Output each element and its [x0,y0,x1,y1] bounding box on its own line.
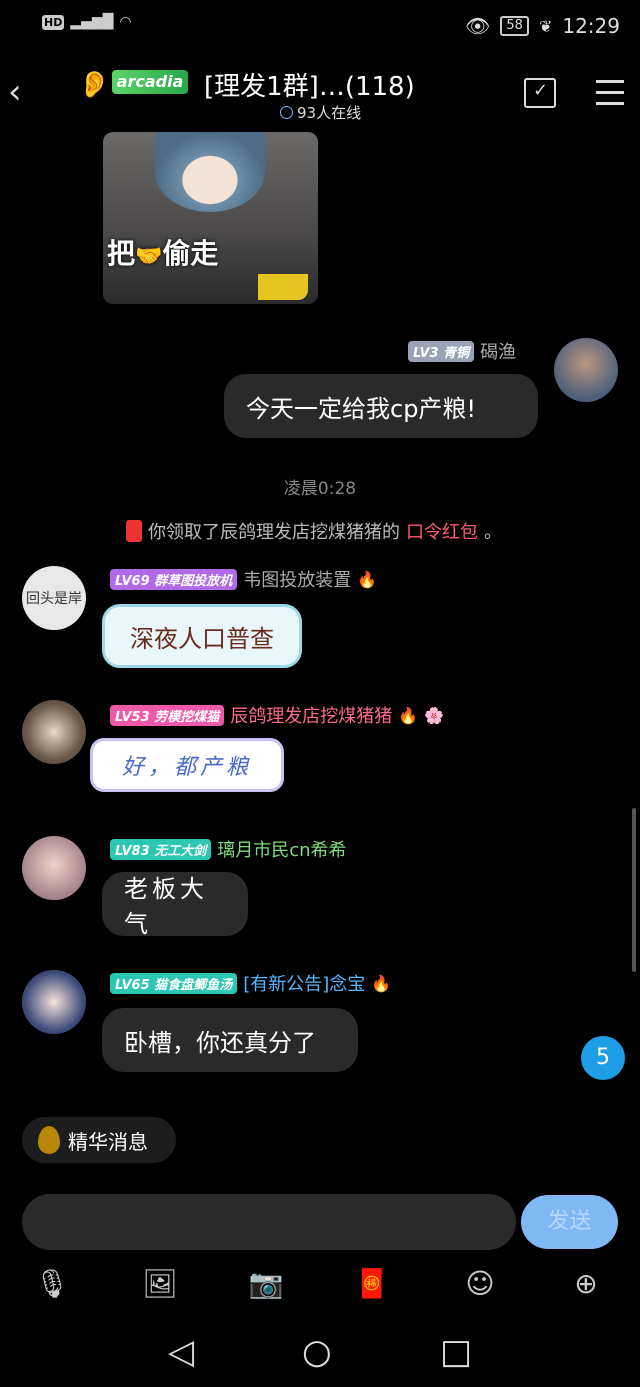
message-bubble[interactable]: 深夜人口普查 [102,604,302,668]
sticker-decoration [258,274,308,300]
signal-icon: ▂▄▆█ [70,14,114,30]
timestamp: 凌晨0:28 [283,479,357,499]
message-bubble[interactable]: 卧槽，你还真分了 [102,1008,358,1072]
input-toolbar: 🎙 🖼 📷 🧧 ☺ ⊕ [0,1260,640,1310]
sender-name: 韦图投放装置 [243,570,352,591]
message-bubble[interactable]: 好，都产粮 [90,738,284,792]
sender-name: 璃月市民cn希希 [217,840,347,861]
online-icon [280,106,293,119]
essence-messages-button[interactable]: 精华消息 [22,1117,176,1163]
image-icon[interactable]: 🖼 [140,1264,180,1304]
send-button[interactable]: 发送 [521,1195,618,1249]
sender-name: 辰鸽理发店挖煤猪猪 [230,706,393,727]
back-icon[interactable]: ‹ [8,72,22,112]
home-circle-icon[interactable]: ○ [302,1332,332,1372]
cat-avatar[interactable] [22,700,86,764]
status-right: 👁 58 ❦ 12:29 [465,14,620,38]
calendar-check-icon[interactable] [524,78,556,108]
sender-name: 碣渔 [480,342,517,363]
clock: 12:29 [562,14,620,38]
group-logo: arcadia [112,70,188,94]
message-header: LV53 劳模挖煤猫 辰鸽理发店挖煤猪猪 🔥 🌸 [110,702,444,728]
camera-icon[interactable]: 📷 [246,1264,286,1304]
red-packet-icon[interactable]: 🧧 [352,1264,392,1304]
system-nav-bar: ◁ ○ □ [0,1320,640,1387]
level-badge: LV83 无工大剑 [110,838,212,860]
level-badge: LV65 猫食盘鲫鱼汤 [110,972,238,994]
essence-label: 精华消息 [68,1129,148,1154]
avatar[interactable] [22,836,86,900]
status-bar: HD ▂▄▆█ ◠ 👁 58 ❦ 12:29 [0,0,640,56]
level-badge: LV69 群草图投放机 [110,568,238,590]
message-header: LV65 猫食盘鲫鱼汤 [有新公告]念宝 🔥 [110,970,391,996]
sticker-caption: 把🤝偷走 [107,237,219,270]
eye-icon: 👁 [465,14,491,38]
message-input[interactable] [22,1194,516,1250]
recents-square-icon[interactable]: □ [440,1332,472,1372]
message-header: LV69 群草图投放机 韦图投放装置 🔥 [110,566,377,592]
level-badge: LV53 劳模挖煤猫 [110,704,225,726]
message-header: LV83 无工大剑 璃月市民cn希希 [110,836,347,862]
red-packet-link[interactable]: 口令红包 [406,518,478,544]
hand-icon: 🤝 [135,244,163,269]
online-label: 93人在线 [297,104,362,122]
level-badge: LV3 青铜 [408,340,475,362]
avatar[interactable] [554,338,618,402]
status-left: HD ▂▄▆█ ◠ [42,14,132,30]
group-title[interactable]: [理发1群]…(118) [204,66,415,103]
battery-icon: 58 [500,16,529,36]
hd-icon: HD [42,14,65,30]
message-bubble[interactable]: 老板大气 [102,872,248,938]
unread-badge[interactable]: 5 [581,1036,625,1080]
red-packet-icon [126,520,142,542]
anime-girl-image [155,132,265,212]
drop-icon [38,1126,60,1154]
menu-icon[interactable] [596,80,624,113]
back-triangle-icon[interactable]: ◁ [168,1332,194,1372]
fire-icon: 🔥 [357,569,378,589]
message-bubble[interactable]: 今天一定给我cp产粮! [224,374,538,438]
avatar[interactable]: 回头是岸 [22,566,86,630]
scrollbar[interactable] [632,808,636,972]
wifi-icon: ◠ [119,14,132,30]
microphone-icon[interactable]: 🎙 [32,1264,72,1304]
online-count: 93人在线 [280,102,361,123]
message-header-self: LV3 青铜 碣渔 [408,338,516,364]
sender-name: [有新公告]念宝 [243,974,366,995]
chat-header: ‹ 👂 arcadia [理发1群]…(118) 93人在线 [0,58,640,128]
plus-icon[interactable]: ⊕ [566,1264,606,1304]
leaf-icon: ❦ [538,16,553,36]
sticker-image[interactable]: 把🤝偷走 [103,132,318,304]
system-message: 你领取了辰鸽理发店挖煤猪猪的 口令红包。 [126,518,502,544]
avatar[interactable] [22,970,86,1034]
ear-icon[interactable]: 👂 [78,70,110,100]
flower-icon: 🌸 [424,705,445,725]
fire-icon: 🔥 [371,973,392,993]
fire-icon: 🔥 [398,705,419,725]
emoji-icon[interactable]: ☺ [460,1264,500,1304]
